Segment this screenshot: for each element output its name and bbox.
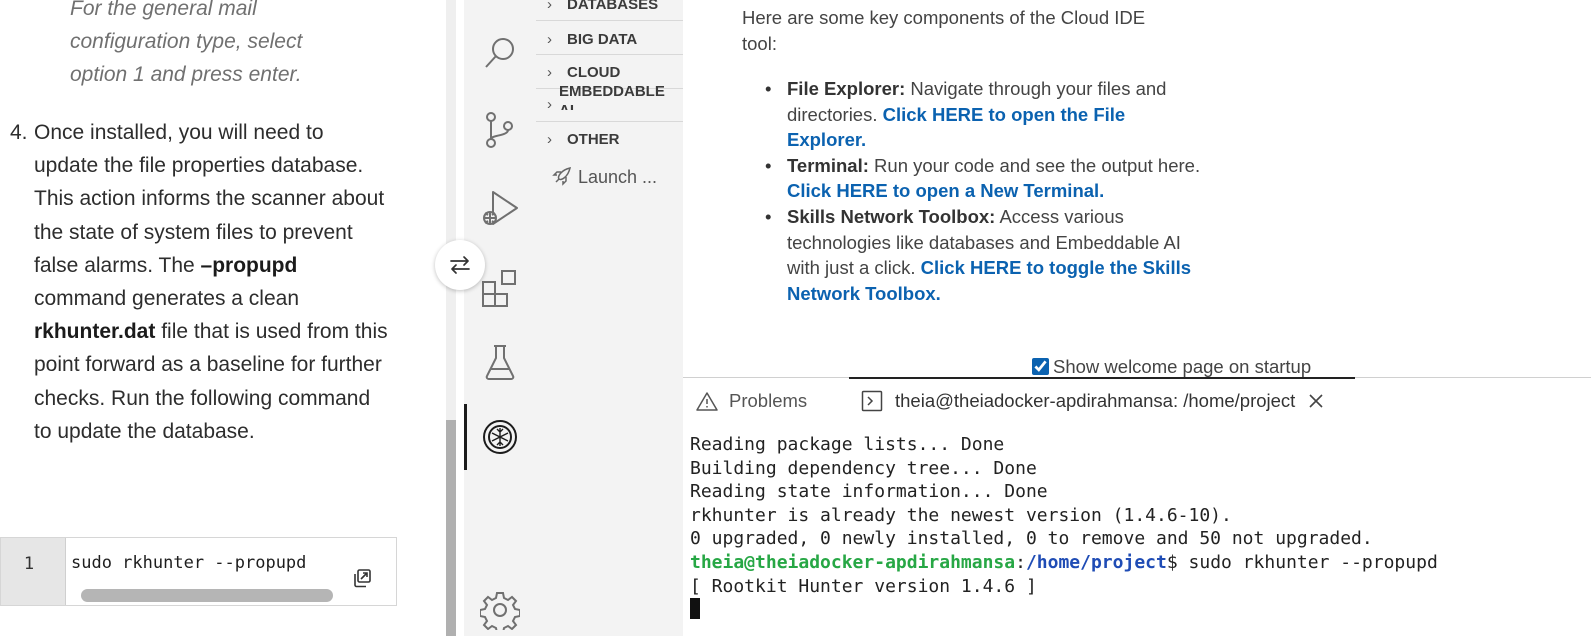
terminal-line: Reading package lists... Done	[690, 434, 1005, 455]
code-line-number: 1	[23, 554, 35, 574]
welcome-page: Here are some key components of the Clou…	[683, 0, 1591, 377]
section-label: DATABASES	[567, 0, 659, 13]
swap-panels-button[interactable]	[435, 240, 485, 290]
item-title: Skills Network Toolbox:	[787, 205, 996, 227]
propupd-option: –propupd	[200, 253, 298, 277]
instruction-note: For the general mail configuration type,…	[70, 0, 410, 91]
chevron-right-icon: ›	[547, 31, 552, 48]
terminal-line: Reading state information... Done	[690, 481, 1048, 503]
activity-bar	[464, 0, 536, 636]
skills-network-icon[interactable]	[478, 415, 522, 459]
bottom-panel: Problems theia@theiadocker-apdirahmansa:…	[683, 377, 1591, 637]
open-terminal-link[interactable]: Click HERE to open a New Terminal.	[787, 180, 1104, 201]
terminal-cursor	[690, 598, 700, 620]
active-tab-indicator	[849, 377, 1355, 379]
show-on-startup-option[interactable]: Show welcome page on startup	[1032, 356, 1311, 377]
chevron-right-icon: ›	[547, 0, 552, 13]
terminal-line: Building dependency tree... Done	[690, 457, 1037, 479]
note-line: option 1 and press enter.	[70, 63, 302, 86]
terminal-prompt-line: theia@theiadocker-apdirahmansa:/home/pro…	[690, 551, 1438, 573]
settings-gear-icon[interactable]	[478, 588, 522, 632]
chevron-right-icon: ›	[547, 131, 552, 148]
run-debug-icon[interactable]	[478, 186, 522, 230]
note-line: For the general mail	[70, 0, 257, 20]
active-view-indicator	[464, 404, 467, 470]
code-block: 1 sudo rkhunter --propupd	[0, 537, 397, 606]
terminal-output[interactable]: Reading package lists... Done Building de…	[690, 433, 1438, 622]
tab-label: Problems	[729, 390, 808, 411]
source-control-icon[interactable]	[478, 108, 522, 152]
terminal-line: 0 upgraded, 0 newly installed, 0 to remo…	[690, 528, 1373, 550]
chevron-right-icon: ›	[547, 64, 552, 81]
list-item: File Explorer: Navigate through your fil…	[765, 76, 1205, 153]
terminal-line: [ Rootkit Hunter version 1.4.6 ]	[690, 575, 1037, 597]
section-embeddable-ai[interactable]: › EMBEDDABLE AI	[536, 82, 683, 110]
welcome-intro: Here are some key components of the Clou…	[742, 7, 1146, 54]
skills-network-toolbox: › DATABASES › BIG DATA › CLOUD › EMBEDDA…	[536, 0, 683, 636]
divider	[536, 121, 683, 122]
rocket-icon	[552, 167, 571, 186]
list-item: Skills Network Toolbox: Access various t…	[765, 204, 1205, 306]
prompt-command: sudo rkhunter --propupd	[1188, 551, 1438, 573]
prompt-path: /home/project	[1025, 551, 1167, 573]
terminal-cursor-line	[690, 598, 1438, 622]
tab-problems[interactable]: Problems	[696, 390, 807, 412]
tab-terminal[interactable]: theia@theiadocker-apdirahmansa: /home/pr…	[861, 390, 1324, 412]
section-label: EMBEDDABLE AI	[559, 83, 665, 110]
step-text: Once installed, you will need to update …	[34, 121, 388, 443]
code-horizontal-scrollbar[interactable]	[81, 589, 333, 602]
copy-icon[interactable]	[351, 567, 373, 589]
launch-item[interactable]: Launch ...	[552, 166, 657, 188]
divider	[536, 54, 683, 55]
launch-label: Launch ...	[578, 167, 658, 187]
section-label: OTHER	[567, 131, 620, 148]
section-label: BIG DATA	[567, 31, 638, 48]
tab-label: theia@theiadocker-apdirahmansa: /home/pr…	[895, 390, 1296, 411]
terminal-line: rkhunter is already the newest version (…	[690, 504, 1232, 526]
chevron-right-icon: ›	[547, 96, 552, 110]
prompt-user: theia@theiadocker-apdirahmansa	[690, 551, 1016, 573]
show-on-startup-label: Show welcome page on startup	[1053, 356, 1312, 377]
components-list: File Explorer: Navigate through your fil…	[765, 76, 1205, 306]
extensions-icon[interactable]	[478, 266, 522, 310]
close-icon[interactable]	[1308, 393, 1324, 409]
warning-icon	[696, 392, 718, 411]
show-on-startup-checkbox[interactable]	[1032, 358, 1049, 375]
swap-arrows-icon	[450, 256, 470, 274]
panel-splitter[interactable]	[446, 0, 456, 636]
terminal-icon	[861, 390, 883, 412]
code-command: sudo rkhunter --propupd	[71, 553, 307, 573]
item-title: File Explorer:	[787, 78, 906, 99]
instruction-step-4: 4. Once installed, you will need to upda…	[10, 116, 390, 448]
lab-flask-icon[interactable]	[478, 340, 522, 384]
item-title: Terminal:	[787, 154, 869, 176]
instructions-panel: For the general mail configuration type,…	[0, 0, 446, 636]
list-item: Terminal: Run your code and see the outp…	[765, 153, 1205, 204]
instructions-scrollbar-thumb[interactable]	[446, 420, 456, 636]
divider	[536, 20, 683, 21]
search-icon[interactable]	[478, 31, 522, 75]
section-label: CLOUD	[567, 64, 621, 81]
rkhunter-dat-file: rkhunter.dat	[34, 320, 156, 344]
step-number: 4.	[10, 121, 28, 144]
note-line: configuration type, select	[70, 30, 303, 53]
